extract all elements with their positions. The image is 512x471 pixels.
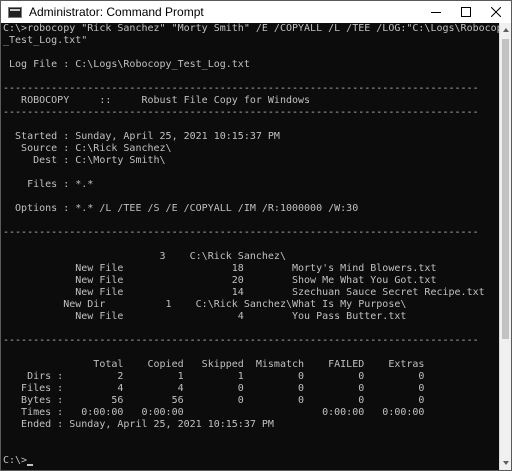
console-line-text: New Dir 1 C:\Rick Sanchez\What Is My Pur…	[3, 299, 407, 310]
console-line-text: ----------------------------------------…	[3, 227, 479, 238]
console-line-text: ----------------------------------------…	[3, 83, 479, 94]
console-line: Started : Sunday, April 25, 2021 10:15:3…	[3, 131, 499, 143]
console-line: Times : 0:00:00 0:00:00 0:00:00 0:00:00	[3, 407, 499, 419]
console-line-text: Files : *.*	[3, 179, 94, 190]
scroll-thumb[interactable]	[502, 39, 509, 339]
minimize-button[interactable]	[421, 1, 451, 23]
console-line: Dirs : 2 1 1 0 0 0	[3, 371, 499, 383]
console-line-text: Ended : Sunday, April 25, 2021 10:15:37 …	[3, 419, 274, 430]
command-prompt-window: Administrator: Command Prompt C:\>roboco…	[0, 0, 512, 471]
console-line-text: Dirs : 2 1 1 0 0 0	[3, 371, 425, 382]
console-line-text: Files : 4 4 0 0 0 0	[3, 383, 425, 394]
title-bar[interactable]: Administrator: Command Prompt	[1, 1, 511, 23]
console-line-text: Total Copied Skipped Mismatch FAILED Ext…	[3, 359, 425, 370]
console-line-text: New File 20 Show Me What You Got.txt	[3, 275, 437, 286]
console-line-text: C:\>	[3, 455, 28, 466]
console-line-text: Options : *.* /L /TEE /S /E /COPYALL /IM…	[3, 203, 359, 214]
minimize-icon	[431, 12, 441, 13]
console-line: New File 18 Morty's Mind Blowers.txt	[3, 263, 499, 275]
console-line-text: C:\>robocopy "Rick Sanchez" "Morty Smith…	[3, 23, 499, 34]
scroll-up-icon[interactable]	[503, 28, 509, 32]
console-line-text: Started : Sunday, April 25, 2021 10:15:3…	[3, 131, 280, 142]
maximize-button[interactable]	[451, 1, 481, 23]
console-line: Total Copied Skipped Mismatch FAILED Ext…	[3, 359, 499, 371]
vertical-scrollbar[interactable]	[499, 23, 511, 470]
window-controls	[421, 1, 511, 23]
console-line-text: ----------------------------------------…	[3, 107, 479, 118]
console-output[interactable]: C:\>robocopy "Rick Sanchez" "Morty Smith…	[3, 23, 499, 470]
console-line: New File 14 Szechuan Sauce Secret Recipe…	[3, 287, 499, 299]
scroll-down-icon[interactable]	[503, 461, 509, 465]
console-line: ----------------------------------------…	[3, 227, 499, 239]
console-line: Ended : Sunday, April 25, 2021 10:15:37 …	[3, 419, 499, 431]
window-title: Administrator: Command Prompt	[29, 5, 204, 19]
console-line: Options : *.* /L /TEE /S /E /COPYALL /IM…	[3, 203, 499, 215]
cmd-icon[interactable]	[8, 6, 22, 18]
console-line: New Dir 1 C:\Rick Sanchez\What Is My Pur…	[3, 299, 499, 311]
close-icon	[491, 7, 501, 17]
console-line: New File 20 Show Me What You Got.txt	[3, 275, 499, 287]
console-line-text: Source : C:\Rick Sanchez\	[3, 143, 172, 154]
close-button[interactable]	[481, 1, 511, 23]
console-line: 3 C:\Rick Sanchez\	[3, 251, 499, 263]
console-line: Bytes : 56 56 0 0 0 0	[3, 395, 499, 407]
console-line: Source : C:\Rick Sanchez\	[3, 143, 499, 155]
console-line-text: ----------------------------------------…	[3, 335, 479, 346]
maximize-icon	[461, 7, 471, 17]
console-line-text: New File 4 You Pass Butter.txt	[3, 311, 407, 322]
console-line-text: Times : 0:00:00 0:00:00 0:00:00 0:00:00	[3, 407, 425, 418]
console-line-text: New File 18 Morty's Mind Blowers.txt	[3, 263, 437, 274]
console-line: C:\>	[3, 455, 499, 467]
console-line: Files : 4 4 0 0 0 0	[3, 383, 499, 395]
console-line: ----------------------------------------…	[3, 107, 499, 119]
console-line: New File 4 You Pass Butter.txt	[3, 311, 499, 323]
console-line-text: New File 14 Szechuan Sauce Secret Recipe…	[3, 287, 485, 298]
console-line-text: _Test_Log.txt"	[3, 35, 88, 46]
console-line-text: Dest : C:\Morty Smith\	[3, 155, 166, 166]
console-line: C:\>robocopy "Rick Sanchez" "Morty Smith…	[3, 23, 499, 35]
console-line-text: 3 C:\Rick Sanchez\	[3, 251, 286, 262]
text-cursor	[27, 464, 34, 466]
console-line: _Test_Log.txt"	[3, 35, 499, 47]
console-line: ROBOCOPY :: Robust File Copy for Windows	[3, 95, 499, 107]
console-line-text: Log File : C:\Logs\Robocopy_Test_Log.txt	[3, 59, 250, 70]
console-line: Files : *.*	[3, 179, 499, 191]
console-line: Dest : C:\Morty Smith\	[3, 155, 499, 167]
console-line-text: ROBOCOPY :: Robust File Copy for Windows	[3, 95, 311, 106]
console-line: ----------------------------------------…	[3, 335, 499, 347]
console-line-text: Bytes : 56 56 0 0 0 0	[3, 395, 425, 406]
console-line: Log File : C:\Logs\Robocopy_Test_Log.txt	[3, 59, 499, 71]
console-line: ----------------------------------------…	[3, 83, 499, 95]
